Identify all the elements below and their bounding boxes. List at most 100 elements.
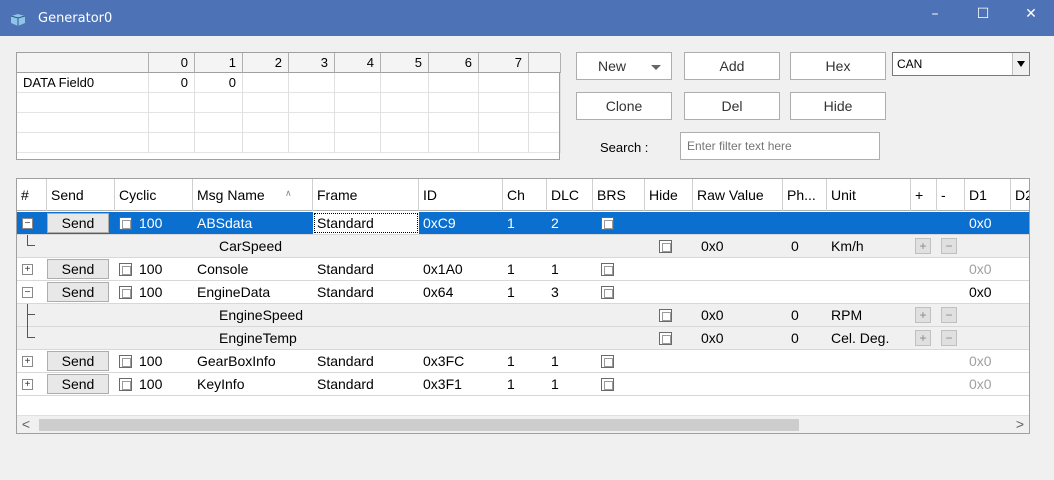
data-field-cell[interactable]: [17, 113, 149, 133]
data-field-cell[interactable]: [529, 113, 561, 133]
new-button[interactable]: New: [576, 52, 672, 80]
data-field-cell[interactable]: [243, 133, 289, 153]
data-field-cell[interactable]: [429, 133, 479, 153]
data-field-cell[interactable]: [149, 133, 195, 153]
maximize-button[interactable]: ☐: [960, 0, 1006, 30]
add-button[interactable]: Add: [684, 52, 780, 80]
scroll-right-icon[interactable]: >: [1011, 416, 1029, 433]
brs-checkbox[interactable]: [601, 286, 614, 299]
data-field-cell[interactable]: [479, 73, 529, 93]
column-header[interactable]: +: [911, 179, 937, 211]
data-field-cell[interactable]: [381, 73, 429, 93]
column-header[interactable]: Frame: [313, 179, 419, 211]
column-header[interactable]: D1: [965, 179, 1011, 211]
column-header[interactable]: Raw Value: [693, 179, 783, 211]
data-field-cell[interactable]: [195, 133, 243, 153]
collapse-icon[interactable]: −: [22, 218, 33, 229]
data-field-cell[interactable]: [381, 113, 429, 133]
send-button[interactable]: Send: [47, 282, 109, 302]
del-button[interactable]: Del: [684, 92, 780, 120]
brs-checkbox[interactable]: [601, 378, 614, 391]
search-input[interactable]: [680, 132, 880, 160]
collapse-icon[interactable]: −: [22, 287, 33, 298]
data-field-cell[interactable]: [529, 73, 561, 93]
data-field-cell[interactable]: [381, 133, 429, 153]
decrement-button[interactable]: −: [941, 330, 957, 346]
message-row[interactable]: + Send 100 Console Standard 0x1A0 1 1 0x0: [17, 258, 1029, 281]
decrement-button[interactable]: −: [941, 307, 957, 323]
data-field-cell[interactable]: [429, 73, 479, 93]
data-field-cell[interactable]: [429, 93, 479, 113]
column-header[interactable]: Send: [47, 179, 115, 211]
scroll-thumb[interactable]: [39, 419, 799, 431]
brs-checkbox[interactable]: [601, 263, 614, 276]
column-header[interactable]: -: [937, 179, 965, 211]
column-header[interactable]: D2: [1011, 179, 1029, 211]
send-button[interactable]: Send: [47, 213, 109, 233]
message-grid[interactable]: # Send Cyclic Msg Name Frame ID Ch DLC BRS Hide Ra…: [16, 178, 1030, 434]
column-header[interactable]: Ch: [503, 179, 547, 211]
message-row[interactable]: − Send 100 EngineData Standard 0x64 1 3 0x0: [17, 281, 1029, 304]
data-field-cell[interactable]: [529, 133, 561, 153]
increment-button[interactable]: +: [915, 238, 931, 254]
data-field-cell[interactable]: [243, 73, 289, 93]
hide-checkbox[interactable]: [659, 309, 672, 322]
send-button[interactable]: Send: [47, 259, 109, 279]
signal-row[interactable]: EngineSpeed 0x0 0 RPM + −: [17, 304, 1029, 327]
signal-row[interactable]: CarSpeed 0x0 0 Km/h + −: [17, 235, 1029, 258]
data-field-cell[interactable]: [429, 113, 479, 133]
expand-icon[interactable]: +: [22, 356, 33, 367]
data-field-cell[interactable]: [243, 93, 289, 113]
send-button[interactable]: Send: [47, 374, 109, 394]
expand-icon[interactable]: +: [22, 264, 33, 275]
data-field-cell[interactable]: [289, 133, 335, 153]
data-field-cell[interactable]: [17, 93, 149, 113]
data-field-cell[interactable]: [479, 113, 529, 133]
column-header[interactable]: Unit: [827, 179, 911, 211]
data-field-cell[interactable]: [289, 73, 335, 93]
data-field-cell[interactable]: [243, 113, 289, 133]
column-header[interactable]: BRS: [593, 179, 645, 211]
decrement-button[interactable]: −: [941, 238, 957, 254]
increment-button[interactable]: +: [915, 307, 931, 323]
data-field-cell[interactable]: [149, 113, 195, 133]
signal-row[interactable]: EngineTemp 0x0 0 Cel. Deg. + −: [17, 327, 1029, 350]
data-field-cell[interactable]: [335, 113, 381, 133]
column-header[interactable]: Hide: [645, 179, 693, 211]
expand-icon[interactable]: +: [22, 379, 33, 390]
send-button[interactable]: Send: [47, 351, 109, 371]
data-field-cell[interactable]: DATA Field0: [17, 73, 149, 93]
data-field-cell[interactable]: [195, 93, 243, 113]
increment-button[interactable]: +: [915, 330, 931, 346]
data-field-cell[interactable]: [195, 113, 243, 133]
hide-checkbox[interactable]: [659, 240, 672, 253]
hide-checkbox[interactable]: [659, 332, 672, 345]
title-bar[interactable]: Generator0 – ☐ ✕: [0, 0, 1054, 36]
data-field-cell[interactable]: 0: [149, 73, 195, 93]
column-header[interactable]: Ph...: [783, 179, 827, 211]
minimize-button[interactable]: –: [912, 0, 958, 30]
column-header[interactable]: ID: [419, 179, 503, 211]
brs-checkbox[interactable]: [601, 217, 614, 230]
message-row[interactable]: + Send 100 GearBoxInfo Standard 0x3FC 1 1 0x0: [17, 350, 1029, 373]
column-header[interactable]: Cyclic: [115, 179, 193, 211]
data-field-cell[interactable]: 0: [195, 73, 243, 93]
dropdown-arrow-icon[interactable]: [1012, 53, 1029, 75]
data-field-cell[interactable]: [381, 93, 429, 113]
scroll-left-icon[interactable]: <: [17, 416, 35, 433]
column-header[interactable]: Msg Name: [193, 179, 313, 211]
close-button[interactable]: ✕: [1008, 0, 1054, 30]
data-field-cell[interactable]: [289, 93, 335, 113]
clone-button[interactable]: Clone: [576, 92, 672, 120]
horizontal-scrollbar[interactable]: < >: [17, 415, 1029, 433]
data-field-cell[interactable]: [479, 133, 529, 153]
data-field-cell[interactable]: [529, 93, 561, 113]
data-field-cell[interactable]: [335, 133, 381, 153]
message-row[interactable]: − Send 100 ABSdata Standard 0xC9 1 2 0x0: [17, 212, 1029, 235]
data-field-cell[interactable]: [17, 133, 149, 153]
brs-checkbox[interactable]: [601, 355, 614, 368]
data-field-cell[interactable]: [335, 73, 381, 93]
data-field-cell[interactable]: [335, 93, 381, 113]
hide-button[interactable]: Hide: [790, 92, 886, 120]
hex-button[interactable]: Hex: [790, 52, 886, 80]
